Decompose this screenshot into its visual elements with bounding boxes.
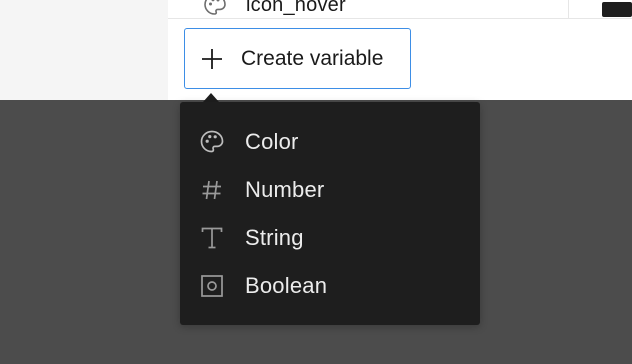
- text-icon: [199, 225, 225, 251]
- row-divider: [168, 18, 632, 19]
- variable-name: icon_hover: [246, 0, 346, 16]
- column-divider: [568, 0, 569, 19]
- menu-pointer: [203, 93, 219, 102]
- menu-item-boolean[interactable]: Boolean: [180, 262, 480, 310]
- menu-item-label: Color: [245, 129, 299, 154]
- palette-icon: [199, 129, 225, 155]
- create-variable-label: Create variable: [241, 46, 384, 70]
- hash-icon: [199, 177, 225, 203]
- menu-item-label: Boolean: [245, 273, 328, 298]
- variable-type-menu: Color Number String Boolean: [180, 102, 480, 325]
- boolean-icon: [199, 273, 225, 299]
- plus-icon: [201, 48, 223, 70]
- variable-row-partial[interactable]: icon_hover: [200, 0, 346, 18]
- value-swatch[interactable]: [602, 2, 632, 17]
- menu-item-number[interactable]: Number: [180, 166, 480, 214]
- menu-item-color[interactable]: Color: [180, 118, 480, 166]
- menu-item-label: Number: [245, 177, 325, 202]
- create-variable-button[interactable]: Create variable: [184, 28, 411, 89]
- palette-icon: [200, 0, 234, 18]
- menu-item-label: String: [245, 225, 304, 250]
- menu-item-string[interactable]: String: [180, 214, 480, 262]
- canvas-left-area: [0, 0, 168, 100]
